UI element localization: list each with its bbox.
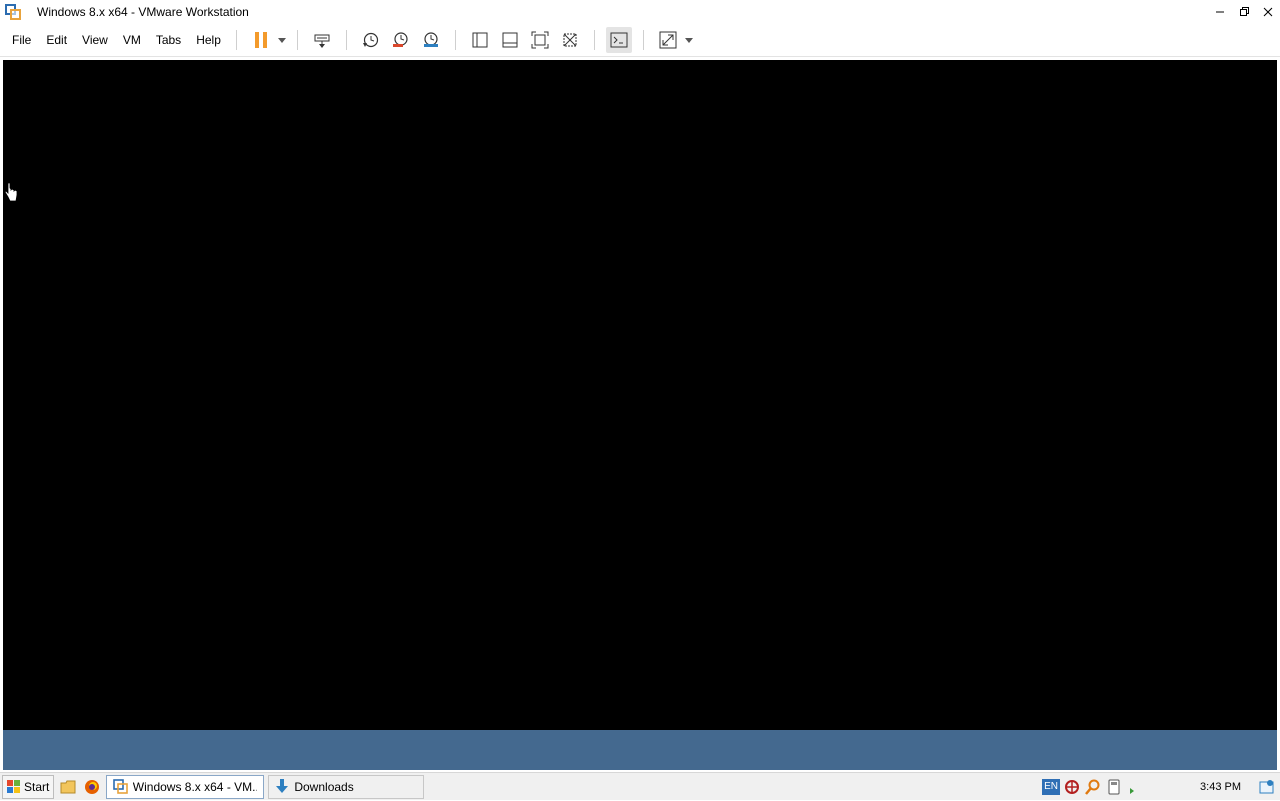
show-library-button[interactable] (467, 27, 493, 53)
menu-help[interactable]: Help (190, 29, 227, 51)
stretch-dropdown[interactable] (683, 27, 695, 53)
host-taskbar: Start Windows 8.x x64 - VM... Downloads … (0, 772, 1280, 800)
send-ctrl-alt-del-icon (314, 34, 330, 48)
library-icon (472, 32, 488, 48)
pause-button[interactable] (248, 27, 274, 53)
windows-logo-icon (7, 779, 20, 793)
search-icon[interactable] (1084, 778, 1102, 796)
snapshot-manager-button[interactable] (418, 27, 444, 53)
menu-toolbar: File Edit View VM Tabs Help (0, 24, 1280, 57)
stretch-guest-button[interactable] (655, 27, 681, 53)
menu-tabs[interactable]: Tabs (150, 29, 187, 51)
menu-view[interactable]: View (76, 29, 114, 51)
console-view-icon (610, 32, 628, 48)
close-button[interactable] (1256, 0, 1280, 24)
console-view-button[interactable] (605, 27, 632, 53)
notifications-icon[interactable] (1258, 778, 1276, 796)
network-activity-icon[interactable] (1126, 778, 1144, 796)
system-tray: EN 3:43 PM (1042, 773, 1280, 801)
task-downloads[interactable]: Downloads (268, 774, 425, 799)
take-snapshot-button[interactable] (358, 27, 384, 53)
vmware-icon (113, 779, 128, 794)
clock[interactable]: 3:43 PM (1200, 781, 1241, 793)
quicklaunch-firefox[interactable] (82, 777, 102, 797)
removable-device-icon[interactable] (1105, 778, 1123, 796)
toolbar-separator (235, 30, 237, 50)
restore-icon (1240, 7, 1249, 16)
minimize-button[interactable] (1208, 0, 1232, 24)
menu-vm[interactable]: VM (117, 29, 147, 51)
task-label: Windows 8.x x64 - VM... (132, 779, 258, 794)
revert-snapshot-icon (392, 32, 408, 47)
menu-edit[interactable]: Edit (40, 29, 73, 51)
power-dropdown[interactable] (276, 27, 288, 53)
unity-icon (563, 33, 577, 47)
chevron-down-icon (277, 37, 286, 43)
vm-guest-screen[interactable] (3, 60, 1277, 730)
menu-file[interactable]: File (6, 29, 37, 51)
toolbar-separator (593, 30, 595, 50)
minimize-icon (1216, 11, 1224, 13)
firefox-icon (85, 779, 100, 794)
window-controls (1208, 0, 1280, 24)
restore-button[interactable] (1232, 0, 1256, 24)
window-title: Windows 8.x x64 - VMware Workstation (37, 5, 249, 19)
full-screen-icon (531, 31, 549, 49)
revert-snapshot-button[interactable] (388, 27, 414, 53)
start-button[interactable]: Start (2, 774, 55, 799)
language-indicator[interactable]: EN (1042, 779, 1061, 795)
full-screen-button[interactable] (527, 27, 553, 53)
vm-guest-taskbar-band[interactable] (3, 730, 1277, 770)
snapshot-manager-icon (423, 32, 438, 47)
stretch-guest-icon (659, 31, 677, 49)
task-vmware-workstation[interactable]: Windows 8.x x64 - VM... (106, 774, 265, 799)
download-arrow-icon (276, 779, 289, 793)
toolbar-separator (454, 30, 456, 50)
task-label: Downloads (294, 779, 354, 794)
pause-icon (254, 32, 267, 48)
toolbar-separator (345, 30, 347, 50)
chevron-down-icon (684, 37, 693, 43)
close-icon (1263, 7, 1273, 17)
thumbnail-bar-button[interactable] (497, 27, 523, 53)
toolbar-separator (642, 30, 644, 50)
title-bar: Windows 8.x x64 - VMware Workstation (0, 0, 1280, 24)
send-ctrl-alt-del-button[interactable] (309, 27, 335, 53)
quicklaunch-explorer[interactable] (58, 777, 78, 797)
vm-console-frame (0, 58, 1280, 770)
vmware-app-icon[interactable] (5, 4, 21, 20)
snapshot-icon (362, 32, 378, 48)
toolbar-separator (296, 30, 298, 50)
hand-cursor-icon (4, 182, 18, 205)
unity-button[interactable] (557, 27, 583, 53)
security-shield-icon[interactable] (1063, 778, 1081, 796)
thumbnail-bar-icon (502, 32, 518, 48)
folder-icon (60, 780, 76, 793)
start-label: Start (24, 779, 50, 794)
